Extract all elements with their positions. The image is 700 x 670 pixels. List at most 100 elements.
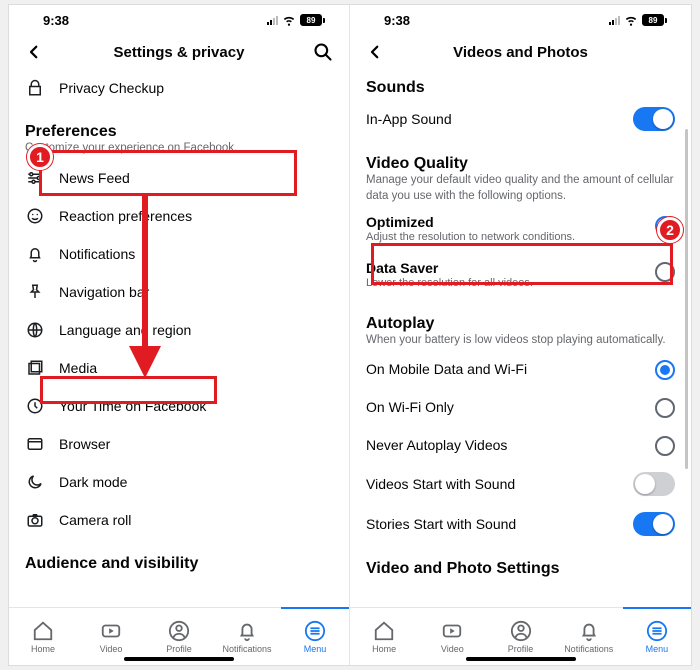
radio-autoplay-never[interactable]	[655, 436, 675, 456]
moon-icon	[25, 472, 45, 492]
search-button[interactable]	[311, 42, 333, 62]
camera-icon	[25, 510, 45, 530]
page-title: Videos and Photos	[388, 44, 653, 61]
content-scroll[interactable]: Privacy Checkup Preferences Customize yo…	[9, 69, 349, 607]
bell-icon	[578, 620, 600, 642]
section-subtitle: When your battery is low videos stop pla…	[366, 333, 675, 349]
media-icon	[25, 358, 45, 378]
home-icon	[373, 620, 395, 642]
radio-optimized[interactable]	[655, 216, 675, 236]
label: Data Saver	[366, 260, 645, 276]
phone-videos-photos: 9:38 89 Videos and Photos Sounds In-App …	[350, 5, 691, 665]
menu-icon	[304, 620, 326, 642]
status-time: 9:38	[384, 13, 410, 28]
status-icons: 89	[267, 13, 325, 27]
row-optimized[interactable]: Optimized Adjust the resolution to netwo…	[350, 206, 691, 252]
cellular-icon	[267, 15, 278, 25]
label: Videos Start with Sound	[366, 476, 623, 492]
radio-data-saver[interactable]	[655, 262, 675, 282]
section-title: Sounds	[366, 79, 675, 97]
label: Browser	[59, 436, 110, 452]
row-data-saver[interactable]: Data Saver Lower the resolution for all …	[350, 252, 691, 298]
section-subtitle: Manage your default video quality and th…	[366, 173, 675, 204]
label: On Wi-Fi Only	[366, 399, 645, 415]
label: Never Autoplay Videos	[366, 437, 645, 453]
section-title: Video and Photo Settings	[366, 560, 675, 578]
label: Dark mode	[59, 474, 127, 490]
toggle-stories-start-sound[interactable]	[633, 512, 675, 536]
label: Reaction preferences	[59, 208, 192, 224]
section-audience: Audience and visibility	[9, 539, 349, 575]
search-icon	[313, 42, 333, 62]
tab-label: Video	[100, 644, 123, 654]
battery-icon: 89	[300, 14, 325, 26]
row-news-feed[interactable]: News Feed	[9, 159, 349, 197]
tab-menu[interactable]: Menu	[281, 607, 349, 665]
tab-home[interactable]: Home	[350, 608, 418, 665]
status-time: 9:38	[43, 13, 69, 28]
row-notifications[interactable]: Notifications	[9, 235, 349, 273]
label: On Mobile Data and Wi-Fi	[366, 361, 645, 377]
tab-label: Menu	[646, 644, 669, 654]
menu-icon	[646, 620, 668, 642]
label: News Feed	[59, 170, 130, 186]
sub-label: Adjust the resolution to network conditi…	[366, 230, 645, 244]
label: Camera roll	[59, 512, 131, 528]
back-button[interactable]	[366, 43, 388, 61]
sub-label: Lower the resolution for all videos.	[366, 276, 645, 290]
row-autoplay-wifi[interactable]: On Wi-Fi Only	[350, 388, 691, 426]
phone-settings-privacy: 9:38 89 Settings & privacy	[9, 5, 350, 665]
radio-autoplay-mobile-wifi[interactable]	[655, 360, 675, 380]
section-title: Video Quality	[366, 155, 675, 173]
row-reaction-preferences[interactable]: Reaction preferences	[9, 197, 349, 235]
section-autoplay: Autoplay When your battery is low videos…	[350, 299, 691, 351]
row-autoplay-mobile-wifi[interactable]: On Mobile Data and Wi-Fi	[350, 350, 691, 388]
row-browser[interactable]: Browser	[9, 425, 349, 463]
row-privacy-checkup[interactable]: Privacy Checkup	[9, 69, 349, 107]
tab-label: Menu	[304, 644, 327, 654]
tab-home[interactable]: Home	[9, 608, 77, 665]
battery-icon: 89	[642, 14, 667, 26]
content-scroll[interactable]: Sounds In-App Sound Video Quality Manage…	[350, 69, 691, 607]
section-title: Autoplay	[366, 315, 675, 333]
radio-autoplay-wifi[interactable]	[655, 398, 675, 418]
clock-icon	[25, 396, 45, 416]
label: Privacy Checkup	[59, 80, 164, 96]
section-title: Preferences	[25, 123, 333, 141]
chevron-left-icon	[25, 43, 43, 61]
row-inapp-sound[interactable]: In-App Sound	[350, 99, 691, 139]
home-indicator	[124, 657, 234, 661]
row-your-time[interactable]: Your Time on Facebook	[9, 387, 349, 425]
row-media[interactable]: Media	[9, 349, 349, 387]
toggle-videos-start-sound[interactable]	[633, 472, 675, 496]
row-videos-start-sound[interactable]: Videos Start with Sound	[350, 464, 691, 504]
status-bar: 9:38 89	[9, 5, 349, 35]
cellular-icon	[609, 15, 620, 25]
label: Language and region	[59, 322, 191, 338]
back-button[interactable]	[25, 43, 47, 61]
row-dark-mode[interactable]: Dark mode	[9, 463, 349, 501]
row-navigation-bar[interactable]: Navigation bar	[9, 273, 349, 311]
tab-label: Notifications	[564, 644, 613, 654]
tab-label: Video	[441, 644, 464, 654]
toggle-inapp-sound[interactable]	[633, 107, 675, 131]
pin-icon	[25, 282, 45, 302]
scrollbar[interactable]	[685, 129, 688, 469]
section-video-quality: Video Quality Manage your default video …	[350, 139, 691, 206]
status-icons: 89	[609, 13, 667, 27]
row-stories-start-sound[interactable]: Stories Start with Sound	[350, 504, 691, 544]
row-language-region[interactable]: Language and region	[9, 311, 349, 349]
bell-icon	[236, 620, 258, 642]
profile-icon	[168, 620, 190, 642]
section-subtitle: Customize your experience on Facebook.	[25, 141, 333, 157]
emoji-icon	[25, 206, 45, 226]
row-camera-roll[interactable]: Camera roll	[9, 501, 349, 539]
row-autoplay-never[interactable]: Never Autoplay Videos	[350, 426, 691, 464]
tab-label: Home	[31, 644, 55, 654]
home-icon	[32, 620, 54, 642]
label: Media	[59, 360, 97, 376]
tab-menu[interactable]: Menu	[623, 607, 691, 665]
video-icon	[100, 620, 122, 642]
section-sounds: Sounds	[350, 69, 691, 99]
chevron-left-icon	[366, 43, 384, 61]
